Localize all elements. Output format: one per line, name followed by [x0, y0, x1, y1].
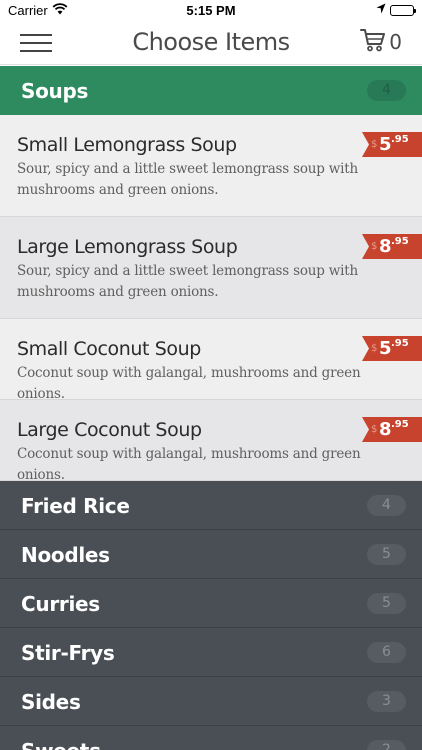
category-stir-frys[interactable]: Stir-Frys 6: [0, 628, 422, 677]
cart-button[interactable]: 0: [360, 28, 402, 57]
item-description: Coconut soup with galangal, mushrooms an…: [17, 446, 361, 483]
category-name: Sweets: [21, 739, 101, 750]
cart-icon: [360, 28, 386, 57]
menu-item-list: Small Lemongrass Soup Sour, spicy and a …: [0, 115, 422, 483]
price-currency: $: [371, 343, 378, 354]
price-currency: $: [371, 139, 378, 150]
category-count-badge: 4: [367, 80, 406, 101]
category-name: Fried Rice: [21, 494, 130, 518]
menu-item[interactable]: Small Lemongrass Soup Sour, spicy and a …: [0, 115, 422, 217]
item-description: Sour, spicy and a little sweet lemongras…: [17, 161, 358, 198]
category-count-badge: 5: [367, 544, 406, 565]
nav-bar: Choose Items 0: [0, 20, 422, 65]
menu-item[interactable]: Large Coconut Soup Coconut soup with gal…: [0, 400, 422, 483]
location-arrow-icon: [376, 3, 386, 17]
price-cents: .95: [391, 419, 409, 430]
price-tag: $ 8 .95: [362, 417, 422, 442]
price-tag: $ 5 .95: [362, 336, 422, 361]
category-name: Noodles: [21, 543, 110, 567]
cart-count: 0: [389, 30, 402, 54]
category-count-badge: 2: [367, 740, 406, 750]
category-count-badge: 4: [367, 495, 406, 516]
menu-item[interactable]: Large Lemongrass Soup Sour, spicy and a …: [0, 217, 422, 319]
price-tag: $ 8 .95: [362, 234, 422, 259]
price-tag: $ 5 .95: [362, 132, 422, 157]
price-cents: .95: [391, 134, 409, 145]
category-count-badge: 5: [367, 593, 406, 614]
category-count-badge: 3: [367, 691, 406, 712]
category-name: Sides: [21, 690, 81, 714]
price-cents: .95: [391, 338, 409, 349]
price-whole: 8: [379, 236, 392, 257]
price-whole: 5: [379, 338, 392, 359]
price-currency: $: [371, 424, 378, 435]
item-description: Sour, spicy and a little sweet lemongras…: [17, 263, 358, 300]
category-list: Fried Rice 4 Noodles 5 Curries 5 Stir-Fr…: [0, 481, 422, 750]
category-header-soups[interactable]: Soups 4: [0, 66, 422, 115]
item-name: Large Coconut Soup: [17, 419, 202, 441]
item-name: Large Lemongrass Soup: [17, 236, 238, 258]
category-fried-rice[interactable]: Fried Rice 4: [0, 481, 422, 530]
item-name: Small Lemongrass Soup: [17, 134, 237, 156]
category-name: Curries: [21, 592, 100, 616]
page-title: Choose Items: [132, 28, 290, 56]
item-description: Coconut soup with galangal, mushrooms an…: [17, 365, 361, 402]
price-cents: .95: [391, 236, 409, 247]
price-whole: 8: [379, 419, 392, 440]
battery-icon: [390, 5, 416, 16]
category-count-badge: 6: [367, 642, 406, 663]
price-whole: 5: [379, 134, 392, 155]
category-noodles[interactable]: Noodles 5: [0, 530, 422, 579]
status-time: 5:15 PM: [186, 3, 236, 18]
item-name: Small Coconut Soup: [17, 338, 201, 360]
category-name: Stir-Frys: [21, 641, 115, 665]
category-name: Soups: [21, 79, 89, 103]
category-sides[interactable]: Sides 3: [0, 677, 422, 726]
price-currency: $: [371, 241, 378, 252]
menu-item[interactable]: Small Coconut Soup Coconut soup with gal…: [0, 319, 422, 402]
category-curries[interactable]: Curries 5: [0, 579, 422, 628]
status-bar: Carrier 5:15 PM: [0, 0, 422, 20]
category-sweets[interactable]: Sweets 2: [0, 726, 422, 750]
